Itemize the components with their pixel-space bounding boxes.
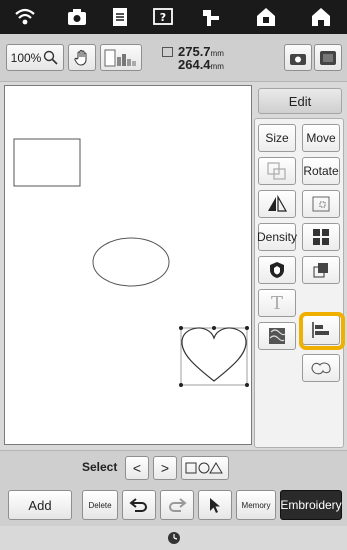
camera-small-icon bbox=[290, 53, 306, 65]
text-button[interactable]: T bbox=[258, 289, 296, 317]
rectangle-shape[interactable] bbox=[13, 138, 81, 187]
help-icon[interactable]: ? bbox=[152, 6, 174, 28]
stipple-button[interactable] bbox=[258, 322, 296, 350]
next-glyph: > bbox=[160, 460, 170, 476]
home-lock-icon[interactable] bbox=[255, 6, 277, 28]
border-icon bbox=[313, 263, 328, 278]
height-value: 264.4 bbox=[178, 57, 211, 72]
outline-icon bbox=[312, 196, 330, 212]
edit-button[interactable]: Edit bbox=[258, 88, 342, 114]
move-label: Move bbox=[306, 131, 336, 145]
zoom-label: 100% bbox=[10, 50, 42, 65]
group-button[interactable] bbox=[258, 157, 296, 185]
applique-button[interactable] bbox=[258, 256, 296, 284]
edit-label: Edit bbox=[288, 93, 312, 109]
memory-label: Memory bbox=[241, 500, 271, 510]
top-bar: ? bbox=[0, 0, 347, 34]
decorative-fill-button[interactable] bbox=[302, 354, 340, 382]
shield-icon bbox=[270, 262, 284, 278]
wifi-icon[interactable] bbox=[14, 6, 36, 28]
magnifier-icon bbox=[44, 50, 58, 65]
group-icon bbox=[267, 162, 286, 180]
prev-glyph: < bbox=[132, 460, 142, 476]
redo-button[interactable] bbox=[160, 490, 194, 520]
density-label: Density bbox=[257, 230, 298, 244]
text-glyph: T bbox=[270, 292, 283, 314]
camera-icon[interactable] bbox=[66, 6, 88, 28]
select-next-button[interactable]: > bbox=[153, 456, 177, 480]
select-shape-button[interactable] bbox=[181, 456, 229, 480]
pattern-size-button[interactable] bbox=[100, 44, 142, 71]
delete-label: Delete bbox=[88, 500, 112, 510]
pattern-size-icon bbox=[104, 49, 136, 66]
design-canvas[interactable] bbox=[4, 85, 252, 445]
array-icon bbox=[313, 229, 329, 245]
stipple-icon bbox=[269, 328, 286, 344]
height-unit: mm bbox=[210, 62, 224, 71]
ellipse-shape[interactable] bbox=[92, 237, 170, 287]
size-frame-icon bbox=[162, 47, 173, 57]
pan-button[interactable] bbox=[68, 44, 96, 71]
image-view-button[interactable] bbox=[314, 44, 342, 71]
decorative-fill-icon bbox=[311, 362, 331, 375]
add-label: Add bbox=[28, 497, 52, 513]
thread-icon[interactable] bbox=[200, 6, 222, 28]
density-button[interactable]: Density bbox=[257, 223, 298, 251]
size-label: Size bbox=[265, 131, 289, 145]
memory-button[interactable]: Memory bbox=[236, 490, 276, 520]
rotate-label: Rotate bbox=[303, 164, 339, 178]
mirror-button[interactable] bbox=[258, 190, 296, 218]
pointer-icon bbox=[210, 498, 220, 513]
canvas-drawing bbox=[13, 138, 249, 387]
outline-button[interactable] bbox=[302, 190, 340, 218]
select-label: Select bbox=[82, 460, 118, 474]
zoom-button[interactable]: 100% bbox=[6, 44, 64, 71]
rotate-button[interactable]: Rotate bbox=[302, 157, 340, 185]
camera-view-button[interactable] bbox=[284, 44, 312, 71]
add-button[interactable]: Add bbox=[8, 490, 72, 520]
embroidery-button[interactable]: Embroidery bbox=[280, 490, 342, 520]
toolbar: 100% 275.7mm 264.4mm bbox=[0, 34, 347, 82]
delete-button[interactable]: Delete bbox=[82, 490, 118, 520]
embroidery-label: Embroidery bbox=[280, 498, 342, 512]
redo-icon bbox=[169, 498, 187, 512]
array-button[interactable] bbox=[302, 223, 340, 251]
pointer-button[interactable] bbox=[198, 490, 232, 520]
mirror-icon bbox=[268, 195, 288, 212]
move-button[interactable]: Move bbox=[302, 124, 340, 152]
border-button[interactable] bbox=[302, 256, 340, 284]
undo-icon bbox=[129, 498, 147, 512]
hand-icon bbox=[74, 49, 87, 66]
document-icon[interactable] bbox=[109, 6, 131, 28]
select-prev-button[interactable]: < bbox=[125, 456, 149, 480]
image-icon bbox=[320, 50, 336, 65]
home-icon[interactable] bbox=[310, 6, 332, 28]
size-button[interactable]: Size bbox=[258, 124, 296, 152]
heart-shape[interactable] bbox=[179, 326, 249, 387]
svg-text:?: ? bbox=[160, 11, 166, 24]
footer bbox=[0, 526, 347, 550]
dimensions-readout: 275.7mm 264.4mm bbox=[162, 44, 232, 72]
clock-icon bbox=[168, 532, 180, 544]
align-highlight bbox=[299, 312, 345, 350]
shape-select-icon bbox=[185, 462, 223, 474]
undo-button[interactable] bbox=[122, 490, 156, 520]
